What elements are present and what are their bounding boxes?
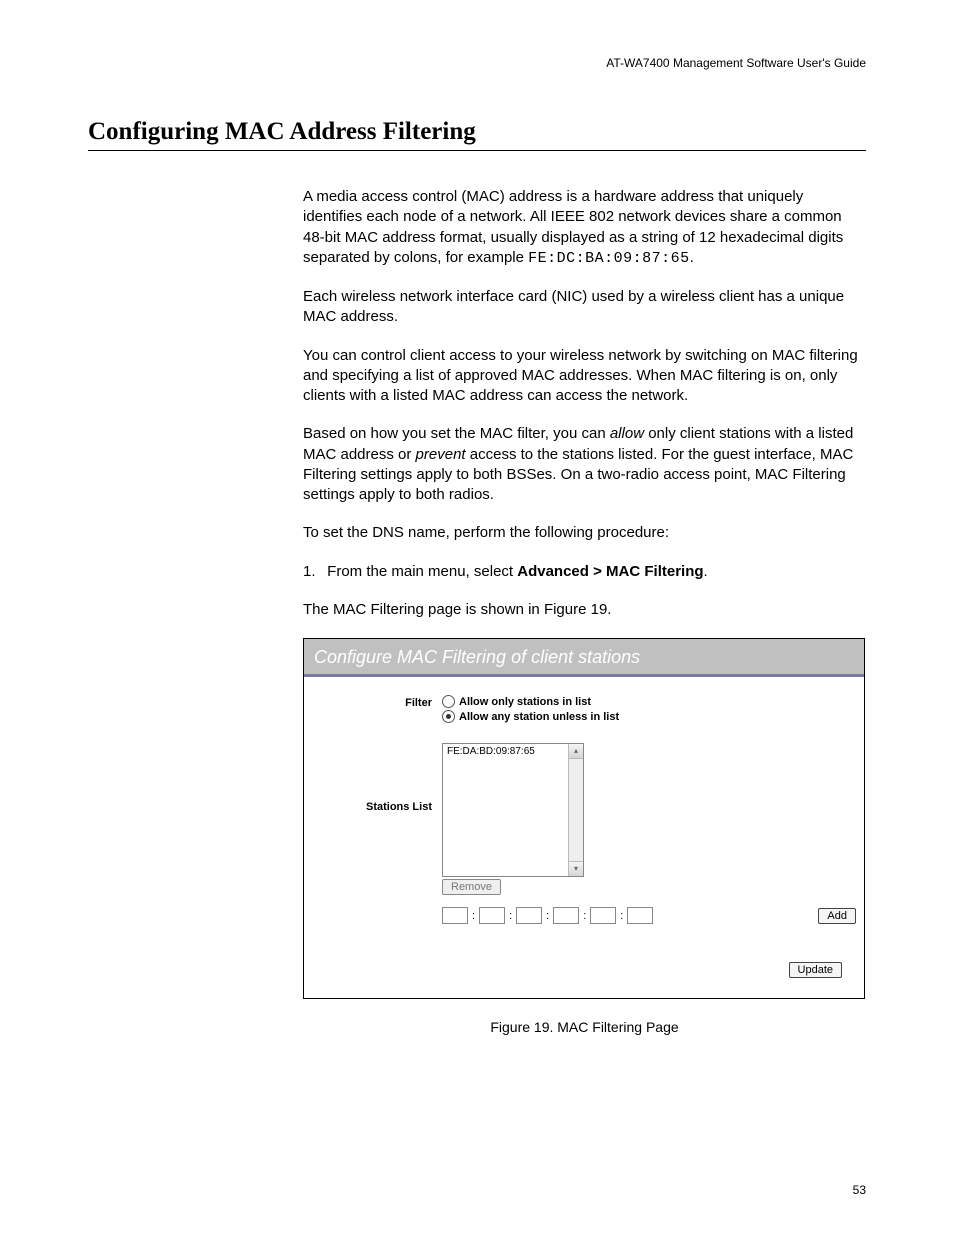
scroll-down-icon[interactable]: ▾ bbox=[569, 861, 583, 876]
step-1-subtext: The MAC Filtering page is shown in Figur… bbox=[303, 600, 866, 620]
radio-allow-any-label: Allow any station unless in list bbox=[459, 711, 619, 723]
paragraph-1: A media access control (MAC) address is … bbox=[303, 187, 866, 269]
update-button[interactable]: Update bbox=[789, 962, 842, 978]
text: . bbox=[704, 563, 708, 580]
mac-octet-2[interactable] bbox=[479, 907, 505, 924]
mac-octet-1[interactable] bbox=[442, 907, 468, 924]
term-bss: BSS bbox=[506, 466, 536, 483]
filter-label: Filter bbox=[312, 695, 442, 709]
figure-19-box: Configure MAC Filtering of client statio… bbox=[303, 638, 865, 999]
mac-separator: : bbox=[583, 910, 586, 922]
text: Each wireless network interface card ( bbox=[303, 288, 556, 305]
figure-panel-title: Configure MAC Filtering of client statio… bbox=[304, 639, 864, 674]
mac-separator: : bbox=[546, 910, 549, 922]
term-nic: NIC bbox=[556, 288, 582, 305]
radio-allow-any[interactable] bbox=[442, 710, 455, 723]
mac-input-row: : : : : : Add bbox=[442, 907, 856, 924]
mac-separator: : bbox=[472, 910, 475, 922]
text: A media access control ( bbox=[303, 188, 466, 205]
page-number: 53 bbox=[853, 1183, 866, 1197]
emphasis-allow: allow bbox=[610, 425, 644, 442]
mac-separator: : bbox=[620, 910, 623, 922]
paragraph-4: Based on how you set the MAC filter, you… bbox=[303, 424, 866, 505]
term-mac: MAC bbox=[820, 446, 853, 463]
running-header: AT-WA7400 Management Software User's Gui… bbox=[88, 56, 866, 70]
term-mac: MAC bbox=[466, 188, 499, 205]
mac-octet-5[interactable] bbox=[590, 907, 616, 924]
step-1: 1. From the main menu, select Advanced >… bbox=[303, 562, 866, 582]
text: Based on how you set the MAC filter, you… bbox=[303, 425, 610, 442]
section-title: Configuring MAC Address Filtering bbox=[88, 118, 866, 146]
section-rule bbox=[88, 150, 866, 151]
mac-example-code: FE:DC:BA:09:87:65 bbox=[528, 250, 690, 267]
scroll-up-icon[interactable]: ▴ bbox=[569, 744, 583, 759]
mac-octet-4[interactable] bbox=[553, 907, 579, 924]
stations-listbox[interactable]: FE:DA:BD:09:87:65 ▴ ▾ bbox=[442, 743, 584, 877]
body-column: A media access control (MAC) address is … bbox=[303, 187, 866, 620]
list-item[interactable]: FE:DA:BD:09:87:65 bbox=[447, 746, 564, 757]
step-number: 1. bbox=[303, 562, 323, 582]
mac-separator: : bbox=[509, 910, 512, 922]
remove-button[interactable]: Remove bbox=[442, 879, 501, 895]
scroll-track[interactable] bbox=[569, 759, 583, 861]
paragraph-5: To set the DNS name, perform the followi… bbox=[303, 523, 866, 543]
radio-allow-only-label: Allow only stations in list bbox=[459, 696, 591, 708]
stations-list-label: Stations List bbox=[312, 743, 442, 813]
mac-octet-6[interactable] bbox=[627, 907, 653, 924]
paragraph-2: Each wireless network interface card (NI… bbox=[303, 287, 866, 328]
paragraph-3: You can control client access to your wi… bbox=[303, 346, 866, 407]
text: Filtering settings apply to both bbox=[303, 466, 506, 483]
text: From the main menu, select bbox=[327, 563, 517, 580]
figure-caption: Figure 19. MAC Filtering Page bbox=[303, 1019, 866, 1035]
add-button[interactable]: Add bbox=[818, 908, 856, 924]
menu-path: Advanced > MAC Filtering bbox=[517, 563, 703, 580]
emphasis-prevent: prevent bbox=[416, 446, 466, 463]
listbox-scrollbar[interactable]: ▴ ▾ bbox=[568, 744, 583, 876]
radio-allow-only[interactable] bbox=[442, 695, 455, 708]
mac-octet-3[interactable] bbox=[516, 907, 542, 924]
text: access to the stations listed. For the g… bbox=[466, 446, 820, 463]
text: . bbox=[690, 249, 694, 266]
